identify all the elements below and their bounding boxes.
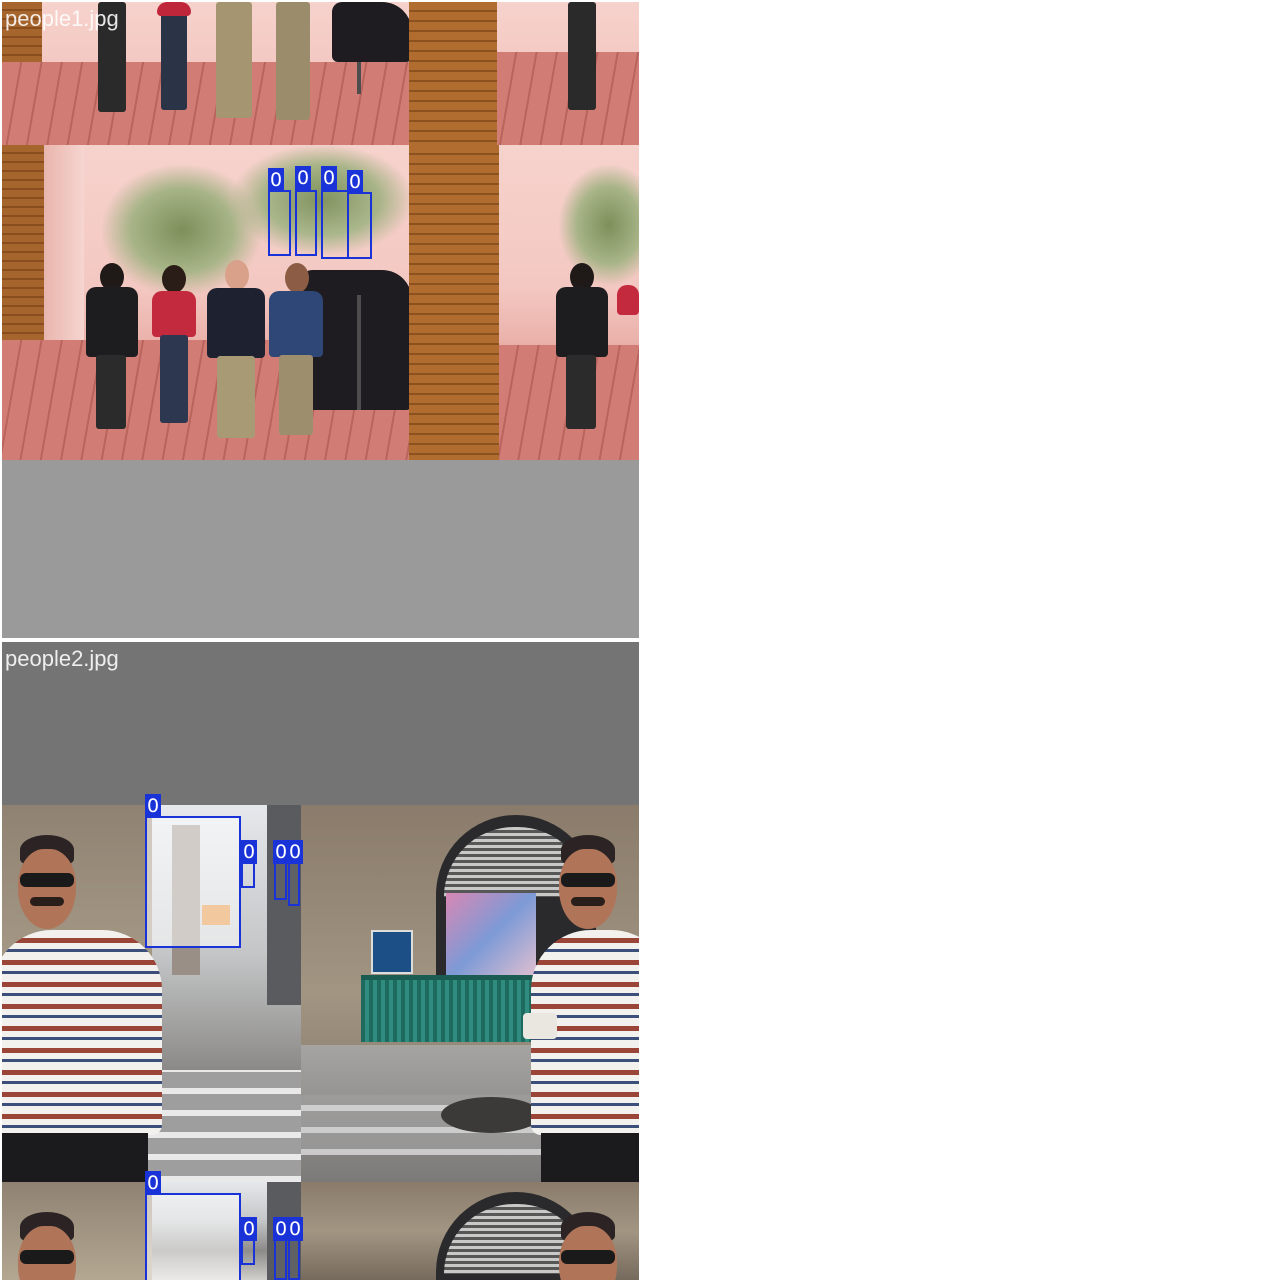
person-woman-red-top: [150, 265, 198, 425]
mosaic-tile-people1[interactable]: people1.jpg 0 0 0 0: [2, 2, 639, 638]
paper-cup: [523, 1013, 557, 1039]
person-figure: [157, 2, 191, 112]
building-facade-photo: [301, 805, 639, 1182]
detection-class-label: 0: [145, 1171, 162, 1195]
detection-box[interactable]: [295, 190, 317, 256]
detection-box[interactable]: [288, 862, 300, 906]
crosswalk: [142, 1070, 301, 1182]
detection-class-label: 0: [295, 166, 312, 190]
image-filename-label: people1.jpg: [5, 6, 119, 31]
detection-box[interactable]: [145, 816, 241, 948]
person-man-blazer: [205, 260, 267, 440]
detection-box[interactable]: [241, 862, 255, 888]
man-striped-shirt: [2, 835, 162, 1182]
detection-class-label: 0: [241, 840, 258, 864]
person-figure: [270, 2, 316, 124]
detection-box[interactable]: [321, 190, 349, 259]
detection-box[interactable]: [347, 192, 372, 259]
detection-class-label: 0: [347, 170, 364, 194]
brick-photo-fragment: [409, 2, 497, 145]
detection-box[interactable]: [274, 862, 287, 900]
subway-sign: [371, 930, 413, 974]
detection-class-label: 0: [268, 168, 285, 192]
building-facade-photo-repeat: [301, 1182, 639, 1280]
man-striped-shirt: [511, 835, 639, 1182]
parked-car: [332, 2, 409, 62]
detection-box[interactable]: [274, 1239, 287, 1280]
brick-photo-fragment: [409, 145, 499, 460]
person-man-blue-jacket: [267, 263, 325, 438]
detection-box[interactable]: [241, 1239, 255, 1265]
detection-box[interactable]: [288, 1239, 300, 1280]
detection-class-label: 0: [241, 1217, 258, 1241]
parking-meter: [357, 295, 361, 410]
detection-box[interactable]: [145, 1193, 241, 1280]
mosaic-tile-people2[interactable]: people2.jpg 0 0 0 0 0 0 0 0: [2, 642, 639, 1280]
detection-box[interactable]: [268, 190, 291, 256]
image-filename-label: people2.jpg: [5, 646, 119, 671]
street-photo-fragment-right: [499, 145, 639, 460]
detection-class-label: 0: [321, 166, 338, 190]
person-woman-dark-jacket: [84, 263, 140, 433]
street-photo-fragment-right: [497, 2, 639, 145]
sidewalk: [2, 62, 409, 145]
detection-class-label: 0: [287, 1217, 304, 1241]
detection-class-label: 0: [145, 794, 162, 818]
detection-class-label: 0: [287, 840, 304, 864]
person-figure: [210, 2, 258, 122]
